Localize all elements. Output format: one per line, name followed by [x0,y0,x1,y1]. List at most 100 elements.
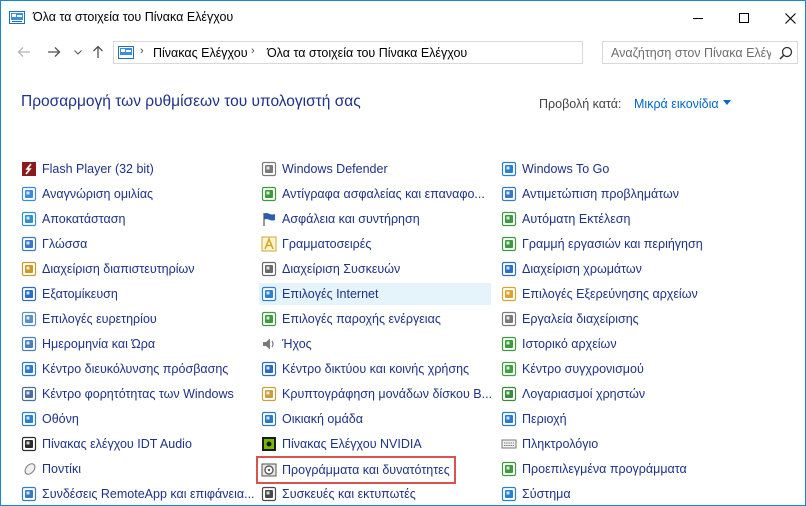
search-input[interactable]: Αναζήτηση στον Πίνακα Ελέγ... [602,41,798,64]
control-panel-item[interactable]: Επιλογές παροχής ενέργειας [261,308,441,330]
control-panel-item-label: Σύστημα [522,487,571,501]
control-panel-item-label: Οθόνη [42,412,79,426]
control-panel-item[interactable]: Γραμμή εργασιών και περιήγηση [501,233,703,255]
breadcrumb-all-items[interactable]: Όλα τα στοιχεία του Πίνακα Ελέγχου [267,46,467,60]
control-panel-item[interactable]: Διαχείριση διαπιστευτηρίων [21,258,195,280]
control-panel-item-label: Επιλογές Internet [282,287,379,301]
control-panel-item[interactable]: Διαχείριση Συσκευών [261,258,400,280]
bitlocker-icon [261,386,277,402]
control-panel-item[interactable]: Κέντρο συγχρονισμού [501,358,644,380]
control-panel-item-label: Ιστορικό αρχείων [522,337,617,351]
caret-down-icon[interactable] [723,100,731,105]
back-button[interactable] [15,43,33,61]
title-bar: Όλα τα στοιχεία του Πίνακα Ελέγχου [1,1,805,35]
control-panel-item[interactable]: Πίνακας Ελέγχου NVIDIA [261,433,422,455]
control-panel-item[interactable]: Προγράμματα και δυνατότητες [256,456,456,484]
forward-button[interactable] [45,43,63,61]
control-panel-item[interactable]: Windows Defender [261,158,388,180]
control-panel-item-label: Κέντρο διευκόλυνσης πρόσβασης [42,362,229,376]
control-panel-item[interactable]: Εξατομίκευση [21,283,118,305]
homegroup-icon [261,411,277,427]
control-panel-item-label: Πίνακας ελέγχου IDT Audio [42,437,192,451]
view-by-dropdown[interactable]: Μικρά εικονίδια [634,97,719,111]
breadcrumb-separator-icon[interactable]: › [140,45,144,57]
control-panel-window: Όλα τα στοιχεία του Πίνακα Ελέγχου › Πίν… [0,0,806,506]
control-panel-item-label: Προγράμματα και δυνατότητες [282,463,450,477]
control-panel-item[interactable]: Επιλογές Internet [259,283,491,305]
control-panel-item[interactable]: Αντίγραφα ασφαλείας και επαναφο... [261,183,485,205]
keyboard-icon [501,439,517,449]
control-panel-item[interactable]: Κέντρο διευκόλυνσης πρόσβασης [21,358,228,380]
control-panel-item[interactable]: Ποντίκι [21,458,81,480]
control-panel-item[interactable]: Ημερομηνία και Ώρα [21,333,155,355]
search-icon[interactable] [779,46,793,60]
close-button[interactable] [767,1,806,35]
control-panel-item[interactable]: Σύστημα [501,483,571,505]
internet-options-icon [261,286,277,302]
control-panel-item[interactable]: Κέντρο φορητότητας των Windows [21,383,234,405]
control-panel-item-label: Διαχείριση διαπιστευτηρίων [42,262,195,276]
language-icon [21,236,37,252]
control-panel-item-label: Κέντρο δικτύου και κοινής χρήσης [282,362,470,376]
autoplay-icon [501,211,517,227]
control-panel-item[interactable]: Ήχος [261,333,312,355]
control-panel-icon [9,11,25,24]
search-placeholder: Αναζήτηση στον Πίνακα Ελέγ... [611,46,771,60]
control-panel-item[interactable]: Κρυπτογράφηση μονάδων δίσκου Β... [261,383,492,405]
maximize-button[interactable] [721,1,767,35]
control-panel-item[interactable]: Λογαριασμοί χρηστών [501,383,645,405]
control-panel-item[interactable]: Συσκευές και εκτυπωτές [261,483,416,505]
control-panel-item[interactable]: Γραμματοσειρές [261,233,371,255]
troubleshoot-icon [501,186,517,202]
recovery-icon [21,211,37,227]
control-panel-item[interactable]: Επιλογές Εξερεύνησης αρχείων [501,283,698,305]
mobility-icon [21,386,37,402]
control-panel-item-label: Κέντρο φορητότητας των Windows [42,387,234,401]
control-panel-item[interactable]: Αντιμετώπιση προβλημάτων [501,183,679,205]
control-panel-item[interactable]: Αποκατάσταση [21,208,125,230]
control-panel-item[interactable]: Αναγνώριση ομιλίας [21,183,153,205]
control-panel-item[interactable]: Εργαλεία διαχείρισης [501,308,639,330]
control-panel-item[interactable]: Ασφάλεια και συντήρηση [261,208,420,230]
control-panel-item-label: Ποντίκι [42,462,81,476]
up-button[interactable] [89,43,107,61]
control-panel-item-label: Διαχείριση χρωμάτων [522,262,642,276]
control-panel-item-label: Αναγνώριση ομιλίας [42,187,154,201]
control-panel-item-label: Πληκτρολόγιο [522,437,599,451]
control-panel-item[interactable]: Περιοχή [501,408,567,430]
control-panel-item[interactable]: Αυτόματη Εκτέλεση [501,208,630,230]
printer-icon [261,486,277,502]
control-panel-item-label: Επιλογές ευρετηρίου [42,312,157,326]
control-panel-item[interactable]: Πίνακας ελέγχου IDT Audio [21,433,192,455]
control-panel-item[interactable]: Διαχείριση χρωμάτων [501,258,642,280]
breadcrumb-separator-icon[interactable]: › [251,45,255,57]
control-panel-item[interactable]: Γλώσσα [21,233,87,255]
system-icon [501,486,517,502]
address-bar[interactable]: › Πίνακας Ελέγχου › Όλα τα στοιχεία του … [113,41,708,64]
control-panel-item[interactable]: Επιλογές ευρετηρίου [21,308,157,330]
control-panel-item-label: Πίνακας Ελέγχου NVIDIA [282,437,422,451]
control-panel-item[interactable]: Κέντρο δικτύου και κοινής χρήσης [261,358,469,380]
recent-locations-button[interactable] [69,43,87,61]
windows-to-go-icon [501,161,517,177]
control-panel-item[interactable]: Windows To Go [501,158,609,180]
control-panel-item[interactable]: Οικιακή ομάδα [261,408,363,430]
minimize-icon [693,17,703,19]
control-panel-item-label: Εξατομίκευση [42,287,118,301]
speaker-icon [263,338,274,350]
admin-tools-icon [501,311,517,327]
folder-options-icon [501,286,517,302]
page-title: Προσαρμογή των ρυθμίσεων του υπολογιστή … [21,93,361,110]
nvidia-icon [262,437,276,451]
breadcrumb-control-panel[interactable]: Πίνακας Ελέγχου [153,46,248,60]
control-panel-item[interactable]: Πληκτρολόγιο [501,433,598,455]
control-panel-item[interactable]: Οθόνη [21,408,79,430]
control-panel-item[interactable]: Προεπιλεγμένα προγράμματα [501,458,687,480]
control-panel-item[interactable]: Συνδέσεις RemoteApp και επιφάνεια... [21,483,255,505]
minimize-button[interactable] [675,1,721,35]
control-panel-item-label: Κέντρο συγχρονισμού [522,362,644,376]
power-icon [261,311,277,327]
control-panel-item[interactable]: Ιστορικό αρχείων [501,333,617,355]
navigation-bar: › Πίνακας Ελέγχου › Όλα τα στοιχεία του … [1,37,805,67]
control-panel-item[interactable]: Flash Player (32 bit) [21,158,154,180]
